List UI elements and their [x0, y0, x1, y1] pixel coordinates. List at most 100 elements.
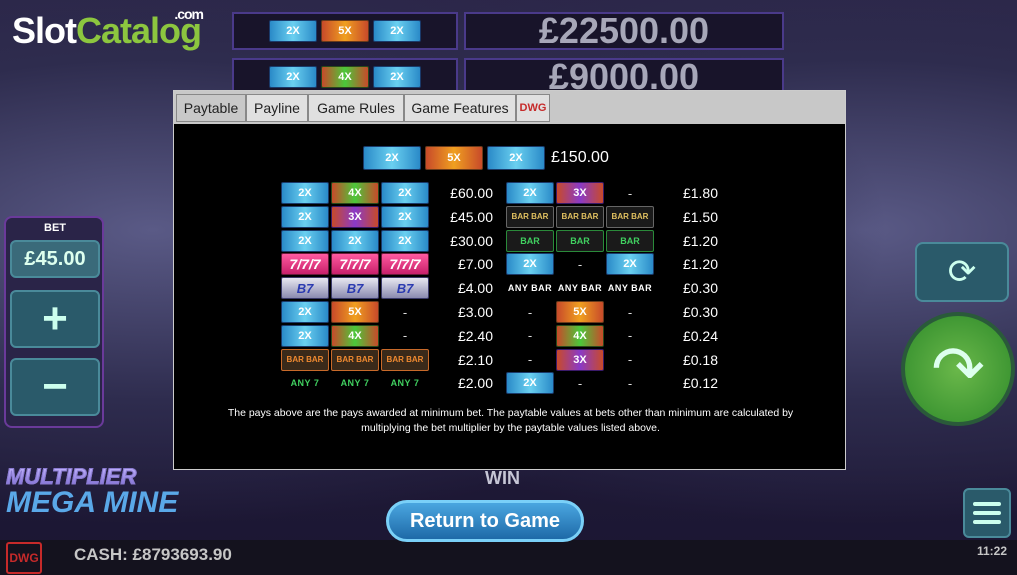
symbol-cell: -	[381, 301, 429, 323]
tab-bar: Paytable Payline Game Rules Game Feature…	[174, 91, 845, 124]
symbol-cell: BAR BAR	[606, 205, 654, 228]
tab-paytable[interactable]: Paytable	[176, 94, 246, 122]
autoplay-icon[interactable]: ⟳	[915, 242, 1009, 302]
reel-symbol: 2X	[606, 253, 654, 276]
prize-value: £0.30	[682, 280, 718, 297]
symbol-cell: 2X	[381, 182, 429, 204]
tab-game-features[interactable]: Game Features	[404, 94, 516, 122]
symbol-cell: -	[606, 349, 654, 371]
jackpot-row: 2X 5X 2X £22500.00	[232, 10, 784, 51]
prize-cell: £0.18	[656, 349, 718, 371]
prize-cell: £1.50	[656, 206, 718, 228]
symbol-cell: BAR	[506, 229, 554, 252]
reel-symbol: 2X	[381, 182, 429, 204]
prize-cell: £0.30	[656, 301, 718, 323]
spin-button[interactable]: ↷	[901, 312, 1015, 426]
reel-symbol: 4X	[331, 324, 379, 347]
reel-symbol: B7	[381, 277, 429, 300]
reel-symbol: 5X	[556, 301, 604, 323]
symbol-cell: -	[606, 325, 654, 347]
any-bar-label: ANY BAR	[557, 283, 603, 294]
symbol-cell: 2X	[606, 253, 654, 276]
reel-symbol: 2X	[506, 372, 554, 395]
empty-slot: -	[627, 328, 633, 344]
symbol-cell: B7	[331, 277, 379, 300]
reel-symbol: 2X	[281, 324, 329, 347]
decrease-bet-button[interactable]: −	[10, 358, 100, 416]
symbol-cell: -	[606, 372, 654, 394]
jackpot-symbols: 2X 5X 2X	[232, 12, 458, 50]
prize-value: £0.30	[682, 304, 718, 320]
prize-value: £2.40	[457, 327, 493, 344]
prize-cell: £1.20	[656, 230, 718, 252]
reel-symbol: BAR	[556, 229, 604, 252]
prize-value: £1.20	[682, 256, 718, 273]
symbol-cell: 2X	[281, 205, 329, 228]
prize-cell: £7.00	[431, 253, 493, 275]
symbol-cell: ANY 7	[381, 372, 429, 394]
symbol-cell: BAR BAR	[381, 348, 429, 371]
symbol-cell: -	[506, 349, 554, 371]
increase-bet-button[interactable]: +	[10, 290, 100, 348]
prize-cell: £0.12	[656, 372, 718, 394]
reel-symbol: 2X	[381, 205, 429, 228]
multiplier-symbol: 2X	[487, 146, 545, 170]
symbol-cell: B7	[381, 277, 429, 300]
return-to-game-button[interactable]: Return to Game	[386, 500, 584, 542]
any-bar-label: ANY BAR	[607, 283, 653, 294]
symbol-cell: BAR BAR	[506, 205, 554, 228]
reel-symbol: 4X	[556, 324, 604, 347]
symbol-cell: 2X	[281, 182, 329, 204]
symbol-cell: 4X	[556, 324, 604, 347]
multiplier-symbol: 2X	[373, 66, 421, 88]
prize-cell: £2.10	[431, 349, 493, 371]
prize-cell: £60.00	[431, 182, 493, 204]
symbol-cell: -	[556, 253, 604, 275]
symbol-cell: BAR BAR	[556, 205, 604, 228]
reel-symbol: 2X	[331, 229, 379, 252]
tab-game-rules[interactable]: Game Rules	[308, 94, 404, 122]
symbol-cell: B7	[281, 277, 329, 300]
symbol-cell: BAR BAR	[331, 348, 379, 371]
prize-cell: £4.00	[431, 277, 493, 299]
symbol-cell: 2X	[506, 253, 554, 276]
prize-value: £2.00	[457, 375, 493, 392]
reel-symbol: 2X	[381, 229, 429, 252]
symbol-cell: ANY BAR	[556, 277, 604, 299]
prize-value: £150.00	[551, 149, 609, 166]
reel-symbol: BAR BAR	[506, 205, 554, 228]
symbol-cell: ANY BAR	[606, 277, 654, 299]
prize-cell: £0.30	[656, 277, 718, 299]
multiplier-symbol: 5X	[321, 20, 369, 42]
empty-slot: -	[627, 375, 633, 391]
prize-value: £0.18	[682, 351, 718, 368]
reel-symbol: 2X	[281, 205, 329, 228]
empty-slot: -	[402, 304, 408, 320]
symbol-cell: 5X	[331, 301, 379, 323]
empty-slot: -	[627, 304, 633, 320]
symbol-cell: 5X	[556, 301, 604, 323]
empty-slot: -	[402, 328, 408, 344]
menu-icon[interactable]	[963, 488, 1011, 538]
symbol-cell: -	[506, 325, 554, 347]
symbol-cell: 2X	[281, 324, 329, 347]
symbol-cell: 3X	[331, 205, 379, 228]
prize-value: £0.24	[682, 327, 718, 344]
bet-value: £45.00	[10, 240, 100, 278]
prize-value: £1.50	[682, 208, 718, 225]
prize-cell: £1.80	[656, 182, 718, 204]
symbol-cell: -	[556, 372, 604, 394]
prize-value: £2.10	[457, 351, 493, 368]
symbol-cell: -	[606, 301, 654, 323]
prize-cell: £1.20	[656, 253, 718, 275]
tab-payline[interactable]: Payline	[246, 94, 308, 122]
reel-symbol: 2X	[281, 229, 329, 252]
tab-provider-logo[interactable]: DWG	[516, 94, 550, 122]
prize-cell: £30.00	[431, 230, 493, 252]
prize-value: £4.00	[457, 280, 493, 297]
reel-symbol: BAR	[506, 229, 554, 252]
multiplier-symbol: 2X	[269, 66, 317, 88]
reel-symbol: 3X	[331, 205, 379, 228]
cash-balance: CASH: £8793693.90	[74, 545, 232, 564]
top-combo: 2X 5X 2X £150.00	[363, 146, 609, 170]
